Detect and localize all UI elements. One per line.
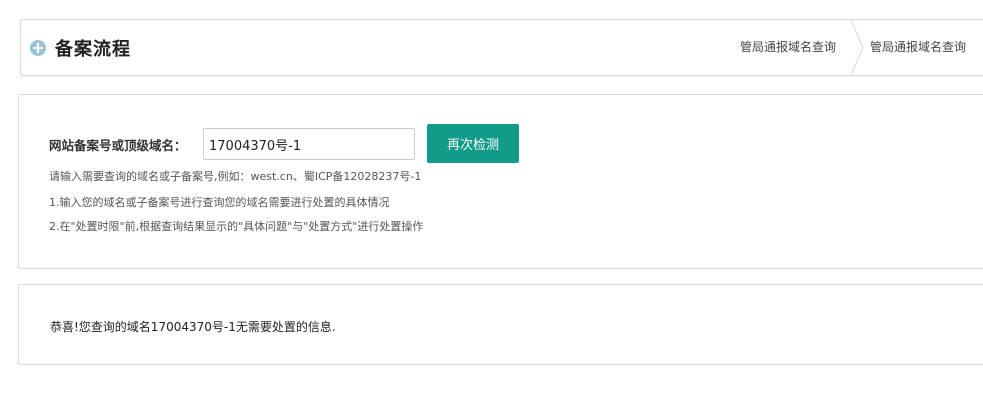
recheck-button[interactable]: 再次检测 [427,124,519,163]
result-message: 恭喜!您查询的域名17004370号-1无需要处置的信息. [50,320,336,334]
chevron-right-icon [850,20,864,75]
instruction-step-2: 2.在"处置时限"前,根据查询结果显示的"具体问题"与"处置方式"进行处置操作 [49,220,424,233]
domain-search-input[interactable] [203,128,415,160]
breadcrumb-item-2[interactable]: 管局通报域名查询 [870,20,966,75]
search-label: 网站备案号或顶级域名： [49,138,187,153]
result-panel: 恭喜!您查询的域名17004370号-1无需要处置的信息. [18,284,983,365]
search-panel: 网站备案号或顶级域名： 再次检测 请输入需要查询的域名或子备案号,例如：west… [18,94,983,269]
plus-circle-icon [30,40,46,56]
search-hint: 请输入需要查询的域名或子备案号,例如：west.cn、蜀ICP备12028237… [49,170,422,183]
header-panel: 备案流程 管局通报域名查询 管局通报域名查询 [20,19,983,76]
breadcrumb-item-1[interactable]: 管局通报域名查询 [740,20,836,75]
page-title: 备案流程 [55,39,131,60]
instruction-step-1: 1.输入您的域名或子备案号进行查询您的域名需要进行处置的具体情况 [49,196,390,209]
